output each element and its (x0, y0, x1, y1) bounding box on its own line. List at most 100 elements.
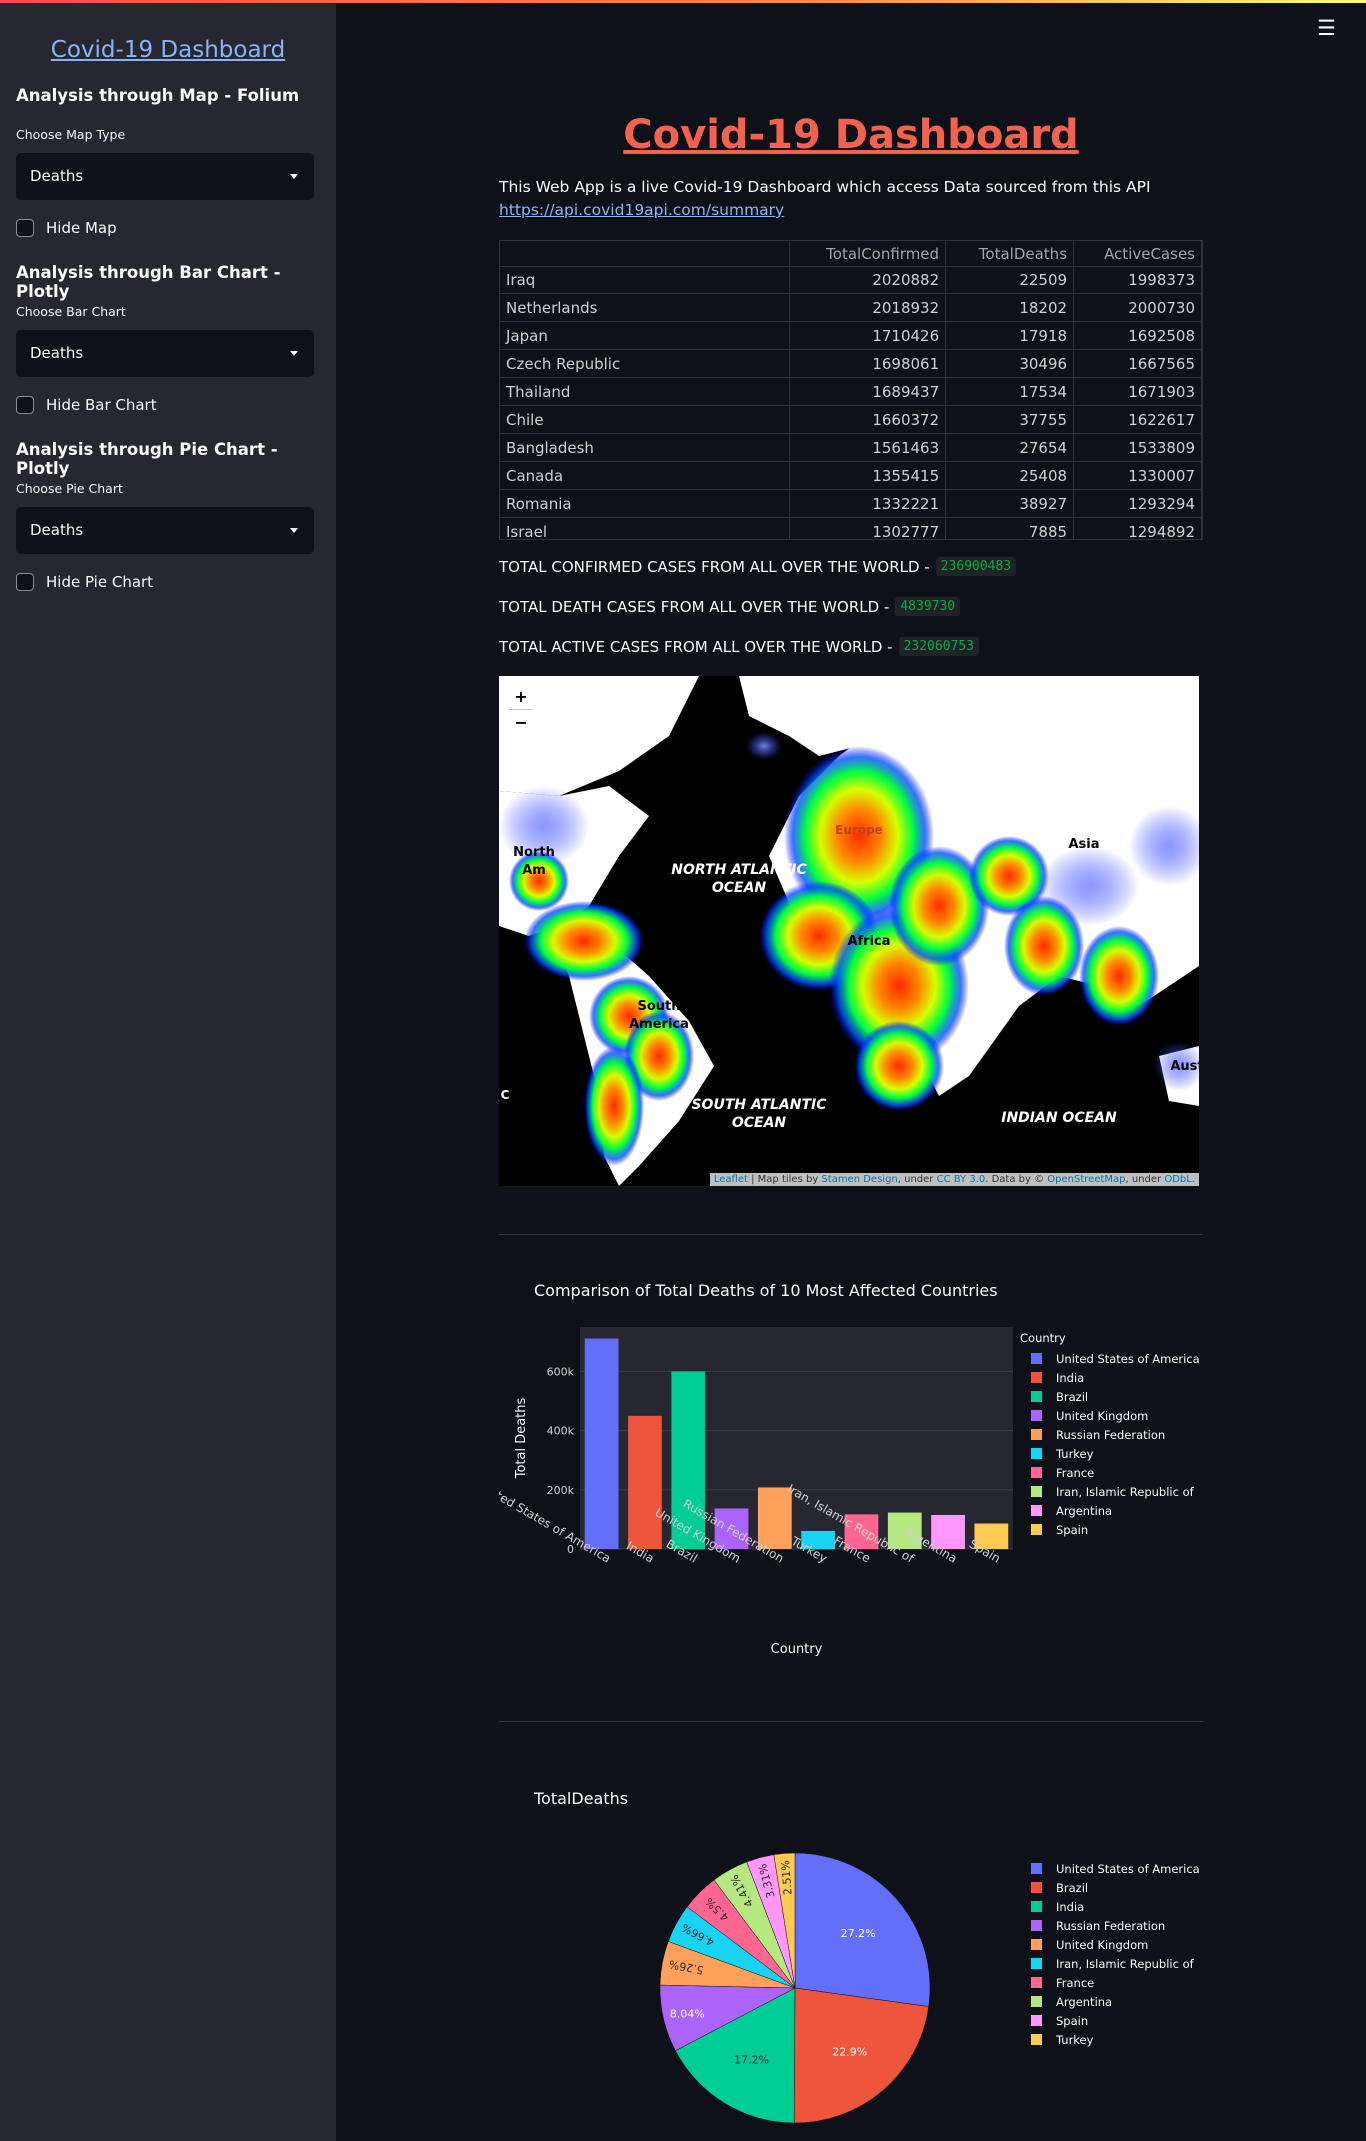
legend-item[interactable]: United Kingdom (1020, 1406, 1200, 1425)
legend-item[interactable]: France (1020, 1973, 1200, 1992)
legend-label: United States of America (1056, 1861, 1200, 1876)
table-row[interactable]: Thailand 1689437 17534 1671903 (500, 377, 1202, 406)
page-title[interactable]: Covid-19 Dashboard (336, 112, 1366, 158)
country-data-table[interactable]: Iraq 2020882 22509 1998373 Netherlands 201893… (499, 240, 1203, 540)
heatmap-map[interactable]: NORTH ATLANTIC OCEAN SOUTH ATLANTIC OCEAN … (499, 676, 1199, 1186)
value-cell: 1330007 (1073, 461, 1202, 490)
sidebar-title[interactable]: Covid-19 Dashboard (0, 37, 336, 63)
legend-item[interactable]: India (1020, 1368, 1200, 1387)
column-header-active-cases[interactable]: ActiveCases (1073, 241, 1202, 267)
hide-pie-chart-checkbox[interactable]: Hide Pie Chart (16, 572, 153, 592)
zoom-in-button[interactable]: + (509, 684, 533, 709)
legend-item[interactable]: Russian Federation (1020, 1916, 1200, 1935)
map-type-label: Choose Map Type (16, 127, 126, 142)
column-header-index[interactable] (500, 241, 791, 267)
bar-chart[interactable]: 0200k400k600kUnited States of America Ind… (499, 1310, 1019, 1660)
legend-item[interactable]: Turkey (1020, 2030, 1200, 2049)
chevron-down-icon (290, 174, 298, 179)
map-type-select[interactable]: Deaths (16, 153, 314, 200)
legend-item[interactable]: Brazil (1020, 1878, 1200, 1897)
checkbox-icon[interactable] (16, 573, 34, 591)
hamburger-icon[interactable]: ☰ (1317, 16, 1336, 40)
value-cell: 1355415 (789, 461, 947, 490)
legend-item[interactable]: Turkey (1020, 1444, 1200, 1463)
bar-united-states-of-america[interactable] (584, 1338, 619, 1549)
zoom-out-button[interactable]: − (509, 709, 533, 735)
table-body: Iraq 2020882 22509 1998373 Netherlands 201893… (500, 252, 1202, 539)
bar-chart-select[interactable]: Deaths (16, 330, 314, 377)
legend-item[interactable]: Argentina (1020, 1501, 1200, 1520)
total-confirmed-label: TOTAL CONFIRMED CASES FROM ALL OVER THE … (499, 557, 930, 576)
y-tick-label: 400k (547, 1425, 575, 1438)
legend-label: India (1056, 1899, 1085, 1914)
hide-map-checkbox[interactable]: Hide Map (16, 218, 117, 238)
value-cell: 1294892 (1073, 517, 1202, 539)
y-axis-label: Total Deaths (514, 1397, 529, 1479)
hide-bar-chart-checkbox[interactable]: Hide Bar Chart (16, 395, 157, 415)
legend-swatch (1031, 1505, 1042, 1516)
y-tick-label: 600k (547, 1365, 575, 1378)
legend-label: Argentina (1056, 1994, 1113, 2009)
table-row[interactable]: Romania 1332221 38927 1293294 (500, 489, 1202, 518)
value-cell: 1660372 (789, 405, 947, 434)
legend-item[interactable]: United Kingdom (1020, 1935, 1200, 1954)
legend-label: Iran, Islamic Republic of (1056, 1956, 1194, 1971)
value-cell: 25408 (945, 461, 1075, 490)
value-cell: 17918 (945, 321, 1075, 350)
api-link[interactable]: https://api.covid19api.com/summary (499, 201, 784, 219)
table-row[interactable]: Canada 1355415 25408 1330007 (500, 461, 1202, 490)
legend-label: Turkey (1056, 1446, 1094, 1461)
pie-chart-select[interactable]: Deaths (16, 507, 314, 554)
checkbox-icon[interactable] (16, 219, 34, 237)
odbl-link[interactable]: ODbL. (1164, 1174, 1195, 1185)
ccby-link[interactable]: CC BY 3.0 (937, 1174, 986, 1185)
legend-swatch (1031, 1467, 1042, 1478)
legend-label: Spain (1056, 1522, 1089, 1537)
legend-item[interactable]: United States of America (1020, 1349, 1200, 1368)
legend-label: Brazil (1056, 1389, 1089, 1404)
north-atlantic-label: NORTH ATLANTIC OCEAN (671, 862, 807, 896)
value-cell: 1293294 (1073, 489, 1202, 518)
table-row[interactable]: Netherlands 2018932 18202 2000730 (500, 293, 1202, 322)
pie-chart[interactable]: 27.2%22.9%17.2%8.04%5.26%4.66%4.5%4.41% 3… (640, 1840, 940, 2135)
value-cell: 2018932 (789, 293, 947, 322)
sidebar: Covid-19 Dashboard Analysis through Map … (0, 3, 336, 2141)
checkbox-icon[interactable] (16, 396, 34, 414)
table-row[interactable]: Japan 1710426 17918 1692508 (500, 321, 1202, 350)
osm-link[interactable]: OpenStreetMap (1047, 1174, 1125, 1185)
legend-item[interactable]: India (1020, 1897, 1200, 1916)
table-row[interactable]: Israel 1302777 7885 1294892 (500, 517, 1202, 539)
table-row[interactable]: Bangladesh 1561463 27654 1533809 (500, 433, 1202, 462)
legend-swatch (1031, 1901, 1042, 1912)
country-cell: Chile (500, 405, 791, 434)
legend-swatch (1031, 1882, 1042, 1893)
leaflet-link[interactable]: Leaflet (714, 1174, 748, 1185)
bar-india[interactable] (628, 1415, 662, 1549)
legend-item[interactable]: France (1020, 1463, 1200, 1482)
legend-item[interactable]: Iran, Islamic Republic of (1020, 1954, 1200, 1973)
total-deaths-value: 4839730 (895, 597, 961, 616)
legend-item[interactable]: Spain (1020, 2011, 1200, 2030)
divider (499, 1234, 1203, 1235)
country-cell: Bangladesh (500, 433, 791, 462)
attr-text: | Map tiles by (747, 1174, 822, 1185)
legend-item[interactable]: Iran, Islamic Republic of (1020, 1482, 1200, 1501)
legend-swatch (1031, 1410, 1042, 1421)
column-header-total-deaths[interactable]: TotalDeaths (945, 241, 1075, 267)
country-cell: Japan (500, 321, 791, 350)
legend-item[interactable]: Argentina (1020, 1992, 1200, 2011)
legend-swatch (1031, 1996, 1042, 2007)
legend-item[interactable]: Russian Federation (1020, 1425, 1200, 1444)
table-row[interactable]: Czech Republic 1698061 30496 1667565 (500, 349, 1202, 378)
stamen-link[interactable]: Stamen Design (821, 1174, 897, 1185)
legend-swatch (1031, 1863, 1042, 1874)
legend-item[interactable]: United States of America (1020, 1859, 1200, 1878)
legend-item[interactable]: Brazil (1020, 1387, 1200, 1406)
table-row[interactable]: Chile 1660372 37755 1622617 (500, 405, 1202, 434)
value-cell: 1689437 (789, 377, 947, 406)
country-cell: Israel (500, 517, 791, 539)
table-row[interactable]: Iraq 2020882 22509 1998373 (500, 266, 1202, 294)
legend-label: Russian Federation (1056, 1918, 1166, 1933)
legend-item[interactable]: Spain (1020, 1520, 1200, 1539)
column-header-total-confirmed[interactable]: TotalConfirmed (789, 241, 947, 267)
